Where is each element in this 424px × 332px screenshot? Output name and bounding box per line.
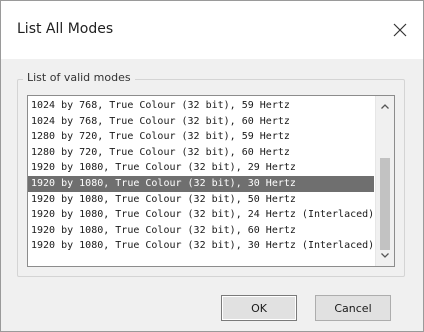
scroll-down-button[interactable] (376, 246, 394, 264)
cancel-button[interactable]: Cancel (315, 295, 391, 321)
close-icon (393, 23, 407, 37)
list-item[interactable]: 1280 by 720, True Colour (32 bit), 60 He… (28, 145, 374, 161)
vertical-scrollbar[interactable] (375, 96, 394, 266)
scrollbar-thumb[interactable] (380, 158, 390, 250)
chevron-up-icon (381, 104, 389, 109)
list-item[interactable]: 1920 by 1080, True Colour (32 bit), 24 H… (28, 207, 374, 223)
dialog-title: List All Modes (17, 21, 114, 37)
modes-listbox[interactable]: 1024 by 768, True Colour (32 bit), 59 He… (27, 95, 395, 267)
list-item[interactable]: 1920 by 1080, True Colour (32 bit), 50 H… (28, 192, 374, 208)
groupbox-label: List of valid modes (23, 71, 135, 84)
list-item[interactable]: 1920 by 1080, True Colour (32 bit), 60 H… (28, 223, 374, 239)
chevron-down-icon (381, 253, 389, 258)
list-item[interactable]: 1920 by 1080, True Colour (32 bit), 29 H… (28, 160, 374, 176)
list-item[interactable]: 1024 by 768, True Colour (32 bit), 60 He… (28, 114, 374, 130)
list-item[interactable]: 1024 by 768, True Colour (32 bit), 59 He… (28, 98, 374, 114)
scroll-up-button[interactable] (376, 98, 394, 116)
list-item[interactable]: 1920 by 1080, True Colour (32 bit), 30 H… (28, 238, 374, 254)
ok-button[interactable]: OK (221, 295, 297, 321)
list-item[interactable]: 1280 by 720, True Colour (32 bit), 59 He… (28, 129, 374, 145)
list-all-modes-dialog: List All Modes List of valid modes 1024 … (0, 0, 424, 332)
list-item-selected[interactable]: 1920 by 1080, True Colour (32 bit), 30 H… (28, 175, 374, 192)
title-bar: List All Modes (1, 1, 423, 59)
close-button[interactable] (385, 15, 415, 45)
modes-list: 1024 by 768, True Colour (32 bit), 59 He… (28, 98, 374, 254)
